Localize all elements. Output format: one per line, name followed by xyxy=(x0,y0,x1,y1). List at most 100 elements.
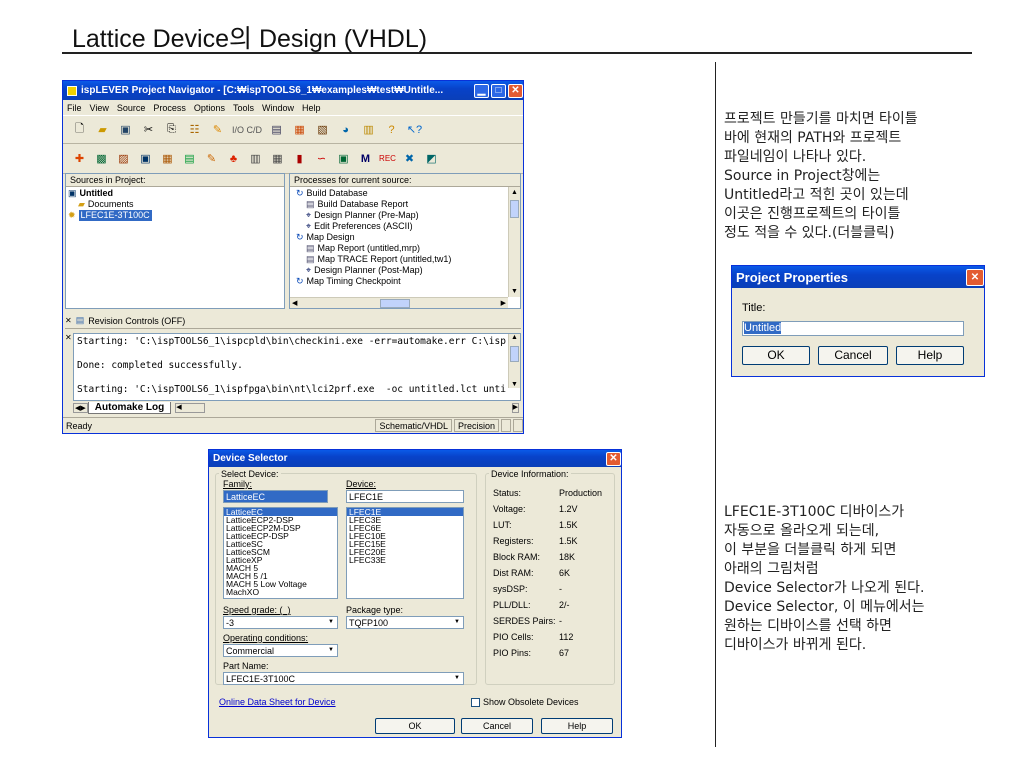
report-icon: ▤ xyxy=(306,254,315,264)
chevron-down-icon[interactable]: ▼ xyxy=(326,618,336,627)
memory-icon[interactable]: ▣ xyxy=(137,150,154,167)
process-item[interactable]: ⌖ Design Planner (Post-Map) xyxy=(292,265,518,276)
menu-view[interactable]: View xyxy=(90,103,109,113)
menu-options[interactable]: Options xyxy=(194,103,225,113)
operating-select[interactable]: Commercial ▼ xyxy=(223,644,338,657)
device-info-label: Device Information: xyxy=(489,469,571,479)
log-close-icon[interactable]: ✕ xyxy=(65,333,72,342)
minimize-icon[interactable]: ▁ xyxy=(474,83,489,98)
log-horizontal-scrollbar[interactable]: ◀ xyxy=(175,403,206,413)
scroll-right-icon[interactable]: ▶ xyxy=(511,403,519,413)
family-option[interactable]: MachXO xyxy=(224,588,337,597)
report-view-icon[interactable]: ▧ xyxy=(314,121,331,138)
copy-icon[interactable]: ⎘ xyxy=(163,121,180,138)
device-info-row: Registers: 1.5K xyxy=(493,536,613,552)
chevron-down-icon[interactable]: ▼ xyxy=(452,674,462,683)
process-item[interactable]: ▤ Map TRACE Report (untitled,tw1) xyxy=(292,254,518,265)
speed-select[interactable]: -3 ▼ xyxy=(223,616,338,629)
globe-icon[interactable]: ◕ xyxy=(337,121,354,138)
pane-close-icon[interactable]: ✕ xyxy=(65,316,72,325)
process-item[interactable]: ↻ Map Timing Checkpoint xyxy=(292,276,518,287)
tools-icon[interactable]: ✖ xyxy=(401,150,418,167)
frame-icon[interactable]: ◩ xyxy=(423,150,440,167)
process-item[interactable]: ▤ Map Report (untitled,mrp) xyxy=(292,243,518,254)
family-input[interactable]: LatticeEC xyxy=(223,490,328,503)
process-item[interactable]: ↻ Map Design xyxy=(292,232,518,243)
show-obsolete-option[interactable]: Show Obsolete Devices xyxy=(471,697,579,707)
log-line: Starting: 'C:\ispTOOLS6_1\ispcpld\bin\ch… xyxy=(77,336,506,347)
process-icon: ↻ xyxy=(296,188,304,198)
menu-help[interactable]: Help xyxy=(302,103,321,113)
info-key: Block RAM: xyxy=(493,552,541,562)
processes-horizontal-scrollbar[interactable]: ◀ ▶ xyxy=(290,297,508,308)
ok-button[interactable]: OK xyxy=(375,718,455,734)
processes-vertical-scrollbar[interactable]: ▲ ▼ xyxy=(508,187,520,297)
part-select[interactable]: LFEC1E-3T100C ▼ xyxy=(223,672,464,685)
pin-editor-icon[interactable]: ✚ xyxy=(71,150,88,167)
io-label[interactable]: I/O C/D xyxy=(232,125,262,135)
device-listbox[interactable]: LFEC1E LFEC3E LFEC6E LFEC10E LFEC15E LFEC20E L… xyxy=(346,507,464,599)
window-icon[interactable]: ▤ xyxy=(268,121,285,138)
cancel-button[interactable]: Cancel xyxy=(818,346,888,365)
properties-icon[interactable]: ☷ xyxy=(186,121,203,138)
source-item-label: Untitled xyxy=(79,188,114,198)
menu-source[interactable]: Source xyxy=(117,103,146,113)
menu-tools[interactable]: Tools xyxy=(233,103,254,113)
navigator-title: ispLEVER Project Navigator - [C:₩ispTOOL… xyxy=(81,85,444,96)
tab-automake-log[interactable]: Automake Log xyxy=(87,402,172,414)
process-item[interactable]: ↻ Build Database xyxy=(292,188,518,199)
maximize-icon[interactable]: □ xyxy=(491,83,506,98)
family-listbox[interactable]: LatticeEC LatticeECP2-DSP LatticeECP2M-DSP… xyxy=(223,507,338,599)
log-vertical-scrollbar[interactable]: ▲ ▼ xyxy=(508,334,520,388)
menu-process[interactable]: Process xyxy=(153,103,186,113)
help-button[interactable]: Help xyxy=(896,346,964,365)
menu-window[interactable]: Window xyxy=(262,103,294,113)
menu-file[interactable]: File xyxy=(67,103,82,113)
hierarchy-icon[interactable]: ♣ xyxy=(225,150,242,167)
module-icon[interactable]: ▨ xyxy=(115,150,132,167)
tab-nav-icon[interactable]: ◀▶ xyxy=(73,403,88,413)
process-item[interactable]: ▤ Build Database Report xyxy=(292,199,518,210)
source-item-untitled[interactable]: ▣ Untitled xyxy=(68,188,282,199)
package-select[interactable]: TQFP100 ▼ xyxy=(346,616,464,629)
chip-icon[interactable]: ▦ xyxy=(291,121,308,138)
simulate-icon[interactable]: ▣ xyxy=(335,150,352,167)
wizard-icon[interactable]: ✎ xyxy=(209,121,226,138)
title-input[interactable]: Untitled xyxy=(742,321,964,336)
close-icon[interactable]: ✕ xyxy=(606,451,621,466)
chevron-down-icon[interactable]: ▼ xyxy=(326,646,336,655)
cut-icon[interactable]: ✂ xyxy=(140,121,157,138)
constraint-icon[interactable]: ▤ xyxy=(181,150,198,167)
save-icon[interactable]: ▣ xyxy=(117,121,134,138)
source-item-device[interactable]: ✹ LFEC1E-3T100C xyxy=(68,210,282,221)
wave-icon[interactable]: ∽ xyxy=(313,150,330,167)
chevron-down-icon[interactable]: ▼ xyxy=(452,618,462,627)
ip-icon[interactable]: ▦ xyxy=(159,150,176,167)
context-help-icon[interactable]: ↖? xyxy=(406,121,423,138)
help-button[interactable]: Help xyxy=(541,718,613,734)
device-option[interactable]: LFEC33E xyxy=(347,556,463,565)
new-file-icon[interactable]: 🗋 xyxy=(71,121,88,138)
process-item[interactable]: ⌖ Edit Preferences (ASCII) xyxy=(292,221,518,232)
process-item[interactable]: ⌖ Design Planner (Pre-Map) xyxy=(292,210,518,221)
datasheet-link[interactable]: Online Data Sheet for Device xyxy=(219,697,336,707)
cancel-button[interactable]: Cancel xyxy=(461,718,533,734)
help-icon[interactable]: ? xyxy=(383,121,400,138)
info-value: 2/- xyxy=(559,600,570,610)
book-red-icon[interactable]: ▮ xyxy=(291,150,308,167)
rec-icon[interactable]: REC xyxy=(379,150,396,167)
obsolete-checkbox[interactable] xyxy=(471,697,480,707)
close-icon[interactable]: ✕ xyxy=(966,268,984,286)
open-folder-icon[interactable]: ▰ xyxy=(94,121,111,138)
board-icon[interactable]: ▩ xyxy=(93,150,110,167)
device-input[interactable]: LFEC1E xyxy=(346,490,464,503)
logic-icon[interactable]: ▦ xyxy=(269,150,286,167)
pen-icon[interactable]: ✎ xyxy=(203,150,220,167)
book-icon[interactable]: ▥ xyxy=(360,121,377,138)
close-icon[interactable]: ✕ xyxy=(508,83,523,98)
source-item-documents[interactable]: ▰ Documents xyxy=(68,199,282,210)
ok-button[interactable]: OK xyxy=(742,346,810,365)
timing-icon[interactable]: ▥ xyxy=(247,150,264,167)
m-icon[interactable]: M xyxy=(357,150,374,167)
device-selector-dialog: Device Selector ✕ Select Device: Family:… xyxy=(208,449,622,738)
